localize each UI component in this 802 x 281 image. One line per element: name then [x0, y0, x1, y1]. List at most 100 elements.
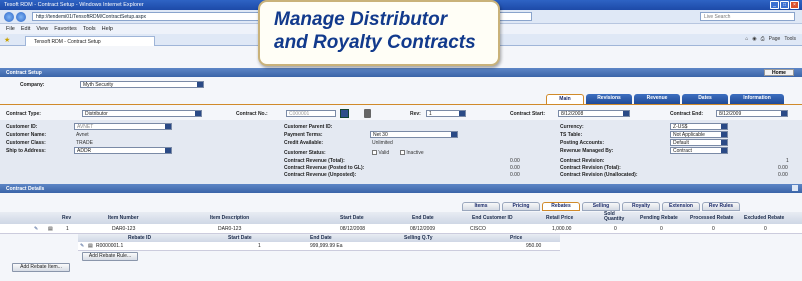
- tab-revenue[interactable]: Revenue: [634, 94, 680, 104]
- subtab-rebates[interactable]: Rebates: [542, 202, 580, 211]
- credit-available-value: Unlimited: [372, 140, 393, 146]
- home-icon[interactable]: ⌂: [745, 36, 748, 42]
- dropdown-arrow-icon: [721, 140, 727, 145]
- inactive-checkbox[interactable]: [400, 150, 405, 156]
- lookup-icon[interactable]: [340, 109, 349, 118]
- search-input[interactable]: Live Search: [700, 12, 795, 21]
- trash-icon[interactable]: [364, 109, 371, 118]
- sub-table-row[interactable]: ✎ ▤ R0000001.1 1 999,999.99 Ea 950.00: [78, 242, 560, 251]
- cell-processed-rebate: 0: [712, 226, 715, 232]
- sub-edit-icon[interactable]: ✎: [80, 243, 84, 249]
- subtab-pricing[interactable]: Pricing: [502, 202, 540, 211]
- col-processed-rebate[interactable]: Processed Rebate: [690, 215, 733, 221]
- cell-rev: 1: [66, 226, 69, 232]
- contract-revision-label: Contract Revision:: [560, 158, 605, 164]
- contract-no-input[interactable]: C000001: [286, 110, 336, 117]
- menu-view[interactable]: View: [36, 26, 48, 32]
- delete-icon[interactable]: ▤: [48, 226, 53, 232]
- contract-start-label: Contract Start:: [510, 111, 546, 117]
- col-sold-quantity[interactable]: Sold Quantity: [604, 212, 630, 222]
- contract-end-input[interactable]: 8/12/2009: [716, 110, 788, 117]
- menu-tools[interactable]: Tools: [83, 26, 96, 32]
- col-end-date[interactable]: End Date: [412, 215, 434, 221]
- col-item-description[interactable]: Item Description: [210, 215, 249, 221]
- dropdown-arrow-icon: [451, 132, 457, 137]
- cell-pending-rebate: 0: [660, 226, 663, 232]
- contract-start-input[interactable]: 8/12/2008: [558, 110, 630, 117]
- favorites-star-icon[interactable]: ★: [4, 36, 10, 44]
- menu-file[interactable]: File: [6, 26, 15, 32]
- collapse-icon[interactable]: [792, 185, 798, 191]
- col-rev[interactable]: Rev: [62, 215, 71, 221]
- browser-tab[interactable]: Tensoft RDM - Contract Setup: [25, 36, 155, 46]
- callout-banner: Manage Distributor and Royalty Contracts: [258, 0, 500, 66]
- command-bar: ⌂ ◉ ⎙ Page Tools: [745, 36, 796, 42]
- subtab-royalty[interactable]: Royalty: [622, 202, 660, 211]
- cell-item-number: DAR0-123: [112, 226, 136, 232]
- revision-total-label: Contract Revision (Total):: [560, 165, 621, 171]
- currency-select[interactable]: Z-US$: [670, 123, 728, 130]
- sub-col-end-date[interactable]: End Date: [310, 235, 332, 241]
- subtab-extension[interactable]: Extension: [662, 202, 700, 211]
- menu-help[interactable]: Help: [102, 26, 113, 32]
- table-row[interactable]: ✎ ▤ 1 DAR0-123 DAR0-123 08/12/2008 08/12…: [0, 224, 802, 234]
- sub-col-start-date[interactable]: Start Date: [228, 235, 252, 241]
- add-rebate-rule-button[interactable]: Add Rebate Rule...: [82, 252, 138, 261]
- details-title: Contract Details: [6, 186, 45, 192]
- tab-main[interactable]: Main: [546, 94, 584, 104]
- rev-select[interactable]: 1: [426, 110, 466, 117]
- tab-revisions[interactable]: Revisions: [586, 94, 632, 104]
- menu-edit[interactable]: Edit: [21, 26, 30, 32]
- tools-menu[interactable]: Tools: [784, 36, 796, 42]
- back-icon[interactable]: [4, 12, 14, 22]
- page-menu[interactable]: Page: [769, 36, 781, 42]
- company-select[interactable]: Myth Security: [80, 81, 204, 88]
- sub-col-rebate-id[interactable]: Rebate ID: [128, 235, 151, 241]
- dropdown-arrow-icon: [721, 132, 727, 137]
- payment-terms-label: Payment Terms:: [284, 132, 323, 138]
- sub-col-selling-qty[interactable]: Selling Q.Ty: [404, 235, 433, 241]
- ts-table-select[interactable]: Not Applicable: [670, 131, 728, 138]
- company-label: Company:: [20, 82, 45, 88]
- contract-type-select[interactable]: Distributor: [82, 110, 202, 117]
- status-valid[interactable]: Valid: [372, 150, 389, 156]
- minimize-icon[interactable]: _: [770, 1, 779, 9]
- customer-parent-label: Customer Parent ID:: [284, 124, 333, 130]
- col-pending-rebate[interactable]: Pending Rebate: [640, 215, 678, 221]
- home-button[interactable]: Home: [764, 69, 794, 76]
- edit-icon[interactable]: ✎: [34, 226, 38, 232]
- tab-dates[interactable]: Dates: [682, 94, 728, 104]
- sub-delete-icon[interactable]: ▤: [88, 243, 93, 249]
- revenue-managed-select[interactable]: Contract: [670, 147, 728, 154]
- calendar-icon: [623, 111, 629, 116]
- customer-id-select[interactable]: AVNET: [74, 123, 172, 130]
- subtab-selling[interactable]: Selling: [582, 202, 620, 211]
- add-rebate-item-button[interactable]: Add Rebate Item...: [12, 263, 70, 272]
- subtab-rev-rules[interactable]: Rev Rules: [702, 202, 740, 211]
- subtab-items[interactable]: Items: [462, 202, 500, 211]
- valid-checkbox[interactable]: [372, 150, 377, 156]
- dropdown-arrow-icon: [197, 82, 203, 87]
- payment-terms-select[interactable]: Net 30: [370, 131, 458, 138]
- posting-accounts-select[interactable]: Default: [670, 139, 728, 146]
- col-start-date[interactable]: Start Date: [340, 215, 364, 221]
- feed-icon[interactable]: ◉: [752, 36, 756, 42]
- contract-end-label: Contract End:: [670, 111, 704, 117]
- col-end-customer[interactable]: End Customer ID: [472, 215, 513, 221]
- ship-to-select[interactable]: ADDR: [74, 147, 172, 154]
- callout-line-1: Manage Distributor: [274, 9, 448, 30]
- ts-table-label: TS Table:: [560, 132, 583, 138]
- print-icon[interactable]: ⎙: [761, 36, 765, 42]
- sub-cell-selling-q: 1: [258, 243, 261, 249]
- customer-name-label: Customer Name:: [6, 132, 47, 138]
- col-excluded-rebate[interactable]: Excluded Rebate: [744, 215, 784, 221]
- status-inactive[interactable]: Inactive: [400, 150, 424, 156]
- maximize-icon[interactable]: □: [780, 1, 789, 9]
- sub-col-price[interactable]: Price: [510, 235, 522, 241]
- col-retail-price[interactable]: Retail Price: [546, 215, 573, 221]
- col-item-number[interactable]: Item Number: [108, 215, 139, 221]
- close-icon[interactable]: ×: [790, 1, 799, 9]
- tab-information[interactable]: Information: [730, 94, 784, 104]
- menu-favorites[interactable]: Favorites: [54, 26, 77, 32]
- forward-icon[interactable]: [16, 12, 26, 22]
